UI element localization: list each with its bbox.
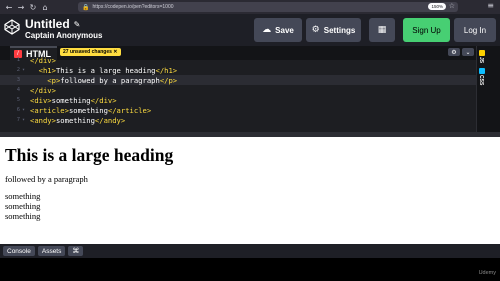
line-number: 2 [16,67,20,73]
settings-button[interactable]: ⚙ Settings [306,18,361,42]
js-badge-icon [479,50,485,56]
code-text: something [55,115,95,125]
assets-button[interactable]: Assets [37,246,66,256]
cloud-icon: ☁ [262,25,272,35]
save-button[interactable]: ☁ Save [254,18,302,42]
settings-label: Settings [323,25,356,35]
line-number: 1 [16,57,20,63]
code-text: </div> [30,55,56,65]
code-line: 6 ▾ <article> something </article> [0,105,476,115]
code-text: something [68,105,108,115]
keyboard-shortcuts-icon[interactable]: ⌘ [68,246,84,256]
home-icon[interactable]: ⌂ [39,1,51,13]
code-line: 7 ▾ <andy> something </andy> [0,115,476,125]
code-area[interactable]: 1 </div> 2 ▾ <h1> This is a large heading… [0,56,476,132]
line-number: 4 [16,87,20,93]
line-number: 6 [16,107,20,113]
console-button[interactable]: Console [3,246,35,256]
sign-up-button[interactable]: Sign Up [403,18,450,42]
forward-icon[interactable]: → [15,1,27,13]
zoom-level[interactable]: 150% [428,3,446,10]
browser-toolbar: ← → ↻ ⌂ 🔒 https://codepen.io/pen?editors… [0,0,500,14]
fold-arrow[interactable]: ▾ [22,67,30,73]
menu-icon[interactable]: ≡ [487,1,494,10]
code-line: 4 </div> [0,85,476,95]
preview-line: something [5,191,41,201]
tab-css-collapsed[interactable]: CSS [478,75,484,85]
edit-pencil-icon[interactable]: ✎ [74,20,81,29]
code-tag: <p> [30,75,61,85]
fold-arrow[interactable]: ▾ [22,117,30,123]
html-editor[interactable]: / HTML 27 unsaved changes ✕ ⚙ ⌄ 1 </div>… [0,46,476,132]
bottom-toolbar: Console Assets ⌘ [0,244,500,258]
preview-line: something [5,211,41,221]
code-tag: </p> [159,75,178,85]
address-bar[interactable]: 🔒 https://codepen.io/pen?editors=1000 15… [78,2,458,12]
code-tag: <div> [30,95,52,105]
css-badge-icon [479,68,485,74]
layout-icon: ▦ [377,25,387,35]
gear-icon: ⚙ [311,25,320,35]
reload-icon[interactable]: ↻ [27,1,39,13]
line-number: 7 [16,117,20,123]
code-tag: <h1> [30,65,56,75]
code-line: 2 ▾ <h1> This is a large heading </h1> [0,65,476,75]
change-view-button[interactable]: ▦ [369,18,395,42]
tab-js-collapsed[interactable]: JS [478,57,484,63]
code-tag: </article> [107,105,152,115]
pen-title[interactable]: Untitled [25,17,70,31]
result-preview: This is a large heading followed by a pa… [0,137,500,244]
code-tag: </div> [30,85,56,95]
code-tag: <article> [30,105,69,115]
back-icon[interactable]: ← [3,1,15,13]
preview-heading: This is a large heading [5,145,174,165]
codepen-logo-icon[interactable] [4,19,20,35]
preview-line: something [5,201,41,211]
code-text: followed by a paragraph [60,75,160,85]
code-text: something [51,95,91,105]
code-tag: <andy> [30,115,56,125]
log-in-button[interactable]: Log In [454,18,496,42]
url-text: https://codepen.io/pen?editors=1000 [92,4,174,10]
line-number: 5 [16,97,20,103]
watermark: Udemy [478,270,496,276]
codepen-header: Untitled ✎ Captain Anonymous ☁ Save ⚙ Se… [0,14,500,46]
code-tag: </div> [90,95,117,105]
fold-arrow[interactable]: ▾ [22,107,30,113]
preview-paragraph: followed by a paragraph [5,174,88,184]
code-line: 1 </div> [0,55,476,65]
code-line-active: 3 <p> followed by a paragraph </p> [0,75,476,85]
save-label: Save [275,25,294,35]
code-line: 5 <div> something </div> [0,95,476,105]
code-text: This is a large heading [55,65,156,75]
author-name: Captain Anonymous [25,31,103,40]
bookmark-star-icon[interactable]: ☆ [449,2,455,10]
code-tag: </andy> [94,115,126,125]
code-tag: </h1> [155,65,178,75]
line-number: 3 [16,77,20,83]
lock-icon: 🔒 [82,3,90,11]
